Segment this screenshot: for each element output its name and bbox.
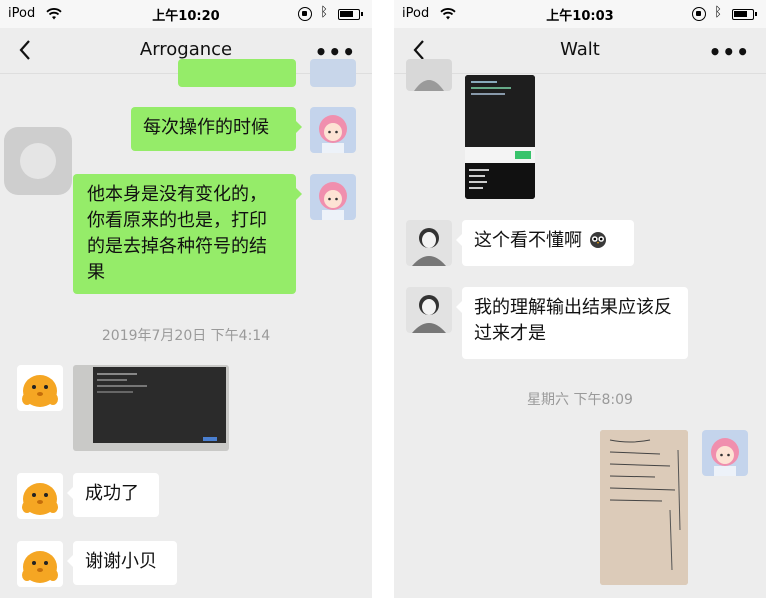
self-avatar[interactable] <box>310 59 356 87</box>
message-text: 这个看不懂啊 <box>474 230 582 251</box>
battery-icon <box>338 9 363 20</box>
bluetooth-icon: ᛒ <box>320 5 328 20</box>
timestamp: 2019年7月20日 下午4:14 <box>101 328 271 344</box>
message-list[interactable]: 每次操作的时候 他本身是没有变化的，你看原来的也是，打印的是去掉各种符号的结果 … <box>0 59 372 598</box>
message-bubble-received[interactable]: 谢谢小贝 <box>67 541 177 585</box>
rotation-lock-icon <box>692 7 706 21</box>
contact-avatar[interactable] <box>17 365 63 411</box>
status-bar: iPod 上午10:20 ᛒ <box>0 0 372 28</box>
status-time: 上午10:03 <box>546 9 614 24</box>
message-bubble-sent[interactable]: 每次操作的时候 <box>131 107 302 151</box>
contact-avatar[interactable] <box>406 287 452 333</box>
left-chat-screen: iPod 上午10:20 ᛒ Arrogance ••• 每次操作的时候 他本身… <box>0 0 372 598</box>
image-message[interactable] <box>600 430 688 585</box>
message-bubble-received[interactable]: 我的理解输出结果应该反过来才是 <box>456 287 688 359</box>
bluetooth-icon: ᛒ <box>714 5 722 20</box>
contact-avatar[interactable] <box>406 59 452 91</box>
battery-icon <box>732 9 757 20</box>
contact-avatar[interactable] <box>17 473 63 519</box>
contact-avatar[interactable] <box>17 541 63 587</box>
message-bubble-cutoff[interactable] <box>178 59 296 87</box>
more-dots-icon[interactable]: ••• <box>709 40 750 64</box>
timestamp: 星期六 下午8:09 <box>527 392 633 408</box>
message-bubble-sent[interactable]: 他本身是没有变化的，你看原来的也是，打印的是去掉各种符号的结果 <box>73 174 302 294</box>
status-bar: iPod 上午10:03 ᛒ <box>394 0 766 28</box>
owl-emoji-icon <box>589 232 606 248</box>
self-avatar[interactable] <box>310 107 356 153</box>
message-list[interactable]: 这个看不懂啊 我的理解输出结果应该反过来才是 星期六 下午8:09 <box>394 59 766 598</box>
image-message[interactable] <box>465 75 535 199</box>
right-chat-screen: iPod 上午10:03 ᛒ Walt ••• 这个看不懂啊 我的理解输出结果应… <box>394 0 766 598</box>
assistive-touch-button[interactable] <box>4 127 72 195</box>
self-avatar[interactable] <box>310 174 356 220</box>
self-avatar[interactable] <box>702 430 748 476</box>
message-bubble-received[interactable]: 这个看不懂啊 <box>456 220 634 266</box>
rotation-lock-icon <box>298 7 312 21</box>
contact-avatar[interactable] <box>406 220 452 266</box>
image-message[interactable] <box>73 365 229 451</box>
message-bubble-received[interactable]: 成功了 <box>67 473 159 517</box>
status-time: 上午10:20 <box>152 9 220 24</box>
